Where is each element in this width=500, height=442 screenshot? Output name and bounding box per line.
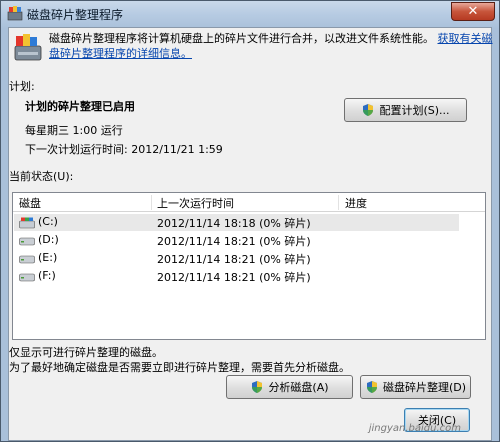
disk-name: (D:) [38, 233, 59, 246]
column-header-last-run[interactable]: 上一次运行时间 [157, 195, 234, 211]
disk-list[interactable]: 磁盘 上一次运行时间 进度 (C:) 2012/11/14 18:18 (0% … [12, 192, 486, 340]
system-drive-icon [19, 217, 35, 229]
notes: 仅显示可进行碎片整理的磁盘。 为了最好地确定磁盘是否需要立即进行碎片整理，需要首… [9, 345, 350, 375]
schedule-next-run: 下一次计划运行时间: 2012/11/21 1:59 [25, 143, 223, 156]
drive-icon [19, 273, 35, 282]
watermark: jingyan.baidu.com [368, 423, 461, 434]
table-row[interactable]: (F:) 2012/11/14 18:21 (0% 碎片) [14, 268, 459, 285]
configure-schedule-label: 配置计划(S)... [379, 104, 450, 117]
defrag-window: 磁盘碎片整理程序 ✕ 磁盘碎片整理程序将计算机硬盘上的碎片文件进行合并，以改进文… [0, 0, 500, 442]
defrag-header-icon [14, 34, 42, 61]
analyze-disk-label: 分析磁盘(A) [268, 381, 329, 394]
disk-name: (E:) [38, 251, 58, 264]
current-status-label: 当前状态(U): [9, 170, 74, 183]
uac-shield-icon [363, 104, 374, 116]
uac-shield-icon [252, 381, 263, 393]
schedule-group-label: 计划: [9, 80, 35, 93]
column-header-disk[interactable]: 磁盘 [19, 195, 41, 211]
title-bar[interactable]: 磁盘碎片整理程序 ✕ [1, 1, 499, 27]
analyze-disk-button[interactable]: 分析磁盘(A) [226, 375, 353, 399]
configure-schedule-button[interactable]: 配置计划(S)... [344, 98, 467, 122]
column-separator[interactable] [151, 195, 152, 210]
column-separator[interactable] [338, 195, 339, 210]
description: 磁盘碎片整理程序将计算机硬盘上的碎片文件进行合并，以改进文件系统性能。 获取有关… [49, 31, 500, 61]
table-row[interactable]: (E:) 2012/11/14 18:21 (0% 碎片) [14, 250, 459, 267]
last-run-time: 2012/11/14 18:21 (0% 碎片) [157, 271, 311, 284]
table-row[interactable]: (C:) 2012/11/14 18:18 (0% 碎片) [14, 214, 459, 231]
column-header-progress[interactable]: 进度 [345, 195, 367, 211]
schedule-status: 计划的碎片整理已启用 [25, 100, 135, 113]
last-run-time: 2012/11/14 18:21 (0% 碎片) [157, 253, 311, 266]
last-run-time: 2012/11/14 18:21 (0% 碎片) [157, 235, 311, 248]
schedule-frequency: 每星期三 1:00 运行 [25, 124, 123, 137]
defragment-disk-button[interactable]: 磁盘碎片整理(D) [360, 375, 471, 399]
disk-name: (C:) [38, 215, 58, 228]
table-row[interactable]: (D:) 2012/11/14 18:21 (0% 碎片) [14, 232, 459, 249]
drive-icon [19, 237, 35, 246]
defragment-disk-label: 磁盘碎片整理(D) [382, 381, 467, 394]
dialog-body: 磁盘碎片整理程序将计算机硬盘上的碎片文件进行合并，以改进文件系统性能。 获取有关… [8, 27, 493, 441]
window-close-button[interactable]: ✕ [451, 2, 495, 21]
last-run-time: 2012/11/14 18:18 (0% 碎片) [157, 217, 311, 230]
note-line-1: 仅显示可进行碎片整理的磁盘。 [9, 346, 163, 359]
window-title: 磁盘碎片整理程序 [27, 8, 124, 22]
defrag-app-icon [7, 6, 23, 21]
description-text: 磁盘碎片整理程序将计算机硬盘上的碎片文件进行合并，以改进文件系统性能。 [49, 32, 434, 45]
disk-list-header: 磁盘 上一次运行时间 进度 [13, 193, 485, 212]
note-line-2: 为了最好地确定磁盘是否需要立即进行碎片整理，需要首先分析磁盘。 [9, 361, 350, 374]
disk-name: (F:) [38, 269, 56, 282]
drive-icon [19, 255, 35, 264]
uac-shield-icon [366, 381, 377, 393]
